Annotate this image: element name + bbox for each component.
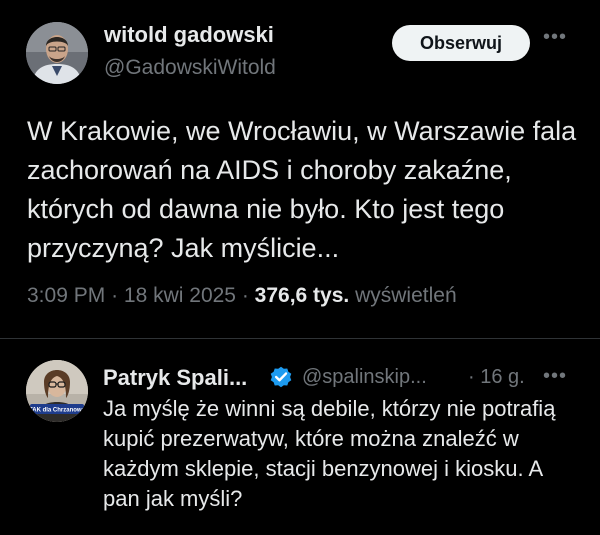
meta-separator: · (111, 284, 119, 307)
author-name[interactable]: witold gadowski (104, 22, 274, 48)
avatar-caption: TAK dla Chrzanowa (29, 408, 86, 414)
reply-author-avatar[interactable]: TAK dla Chrzanowa (26, 360, 88, 422)
more-options-icon[interactable]: ••• (543, 366, 569, 386)
post-time[interactable]: 3:09 PM (27, 284, 105, 307)
reply-author-handle[interactable]: @spalinskip... (302, 366, 427, 389)
reply-author-name[interactable]: Patryk Spali... (103, 365, 247, 391)
views-count[interactable]: 376,6 tys. (255, 284, 350, 307)
views-label: wyświetleń (355, 284, 457, 307)
follow-button[interactable]: Obserwuj (392, 25, 530, 61)
author-avatar[interactable] (26, 22, 88, 84)
more-options-icon[interactable]: ••• (543, 27, 569, 47)
original-post: witold gadowski @GadowskiWitold Obserwuj… (0, 0, 600, 338)
post-meta: 3:09 PM · 18 kwi 2025 · 376,6 tys. wyświ… (27, 284, 457, 308)
reply-text: Ja myślę że winni są debile, którzy nie … (103, 396, 556, 511)
post-date[interactable]: 18 kwi 2025 (124, 284, 236, 307)
author-handle[interactable]: @GadowskiWitold (104, 56, 276, 80)
reply-post: TAK dla Chrzanowa Patryk Spali... @spali… (0, 339, 600, 535)
post-text: W Krakowie, we Wrocławiu, w Warszawie fa… (27, 116, 577, 263)
reply-avatar-image: TAK dla Chrzanowa (26, 360, 88, 422)
reply-time[interactable]: · 16 g. (468, 366, 525, 389)
meta-separator: · (241, 284, 249, 307)
verified-badge-icon (270, 366, 292, 388)
author-avatar-image (26, 22, 88, 84)
